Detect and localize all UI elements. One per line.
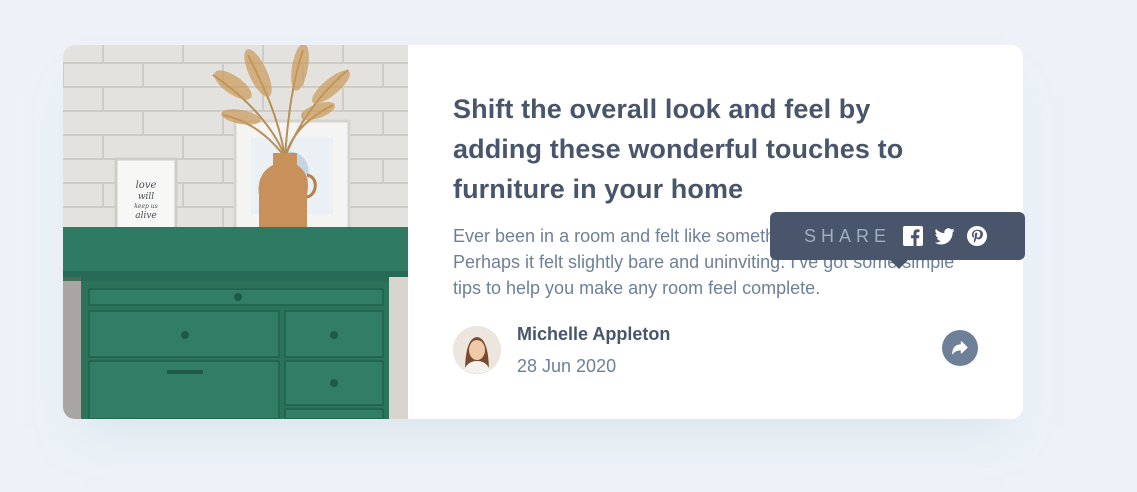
author-info: Michelle Appleton 28 Jun 2020 — [453, 321, 670, 379]
svg-text:alive: alive — [135, 211, 157, 221]
share-arrow-icon — [952, 341, 968, 355]
share-tooltip: SHARE — [770, 212, 1025, 269]
avatar — [453, 326, 501, 374]
drawers-image: love will keep us alive — [63, 45, 408, 419]
svg-text:love: love — [136, 180, 157, 191]
author-name: Michelle Appleton — [517, 324, 671, 344]
svg-text:will: will — [138, 192, 154, 202]
facebook-icon[interactable] — [903, 226, 924, 246]
share-button[interactable] — [942, 330, 978, 366]
twitter-icon[interactable] — [935, 226, 955, 246]
svg-text:keep us: keep us — [134, 203, 157, 210]
article-title[interactable]: Shift the overall look and feel by addin… — [453, 89, 963, 209]
share-label: SHARE — [804, 225, 892, 246]
post-date: 28 Jun 2020 — [517, 356, 617, 376]
pinterest-icon[interactable] — [967, 226, 988, 246]
